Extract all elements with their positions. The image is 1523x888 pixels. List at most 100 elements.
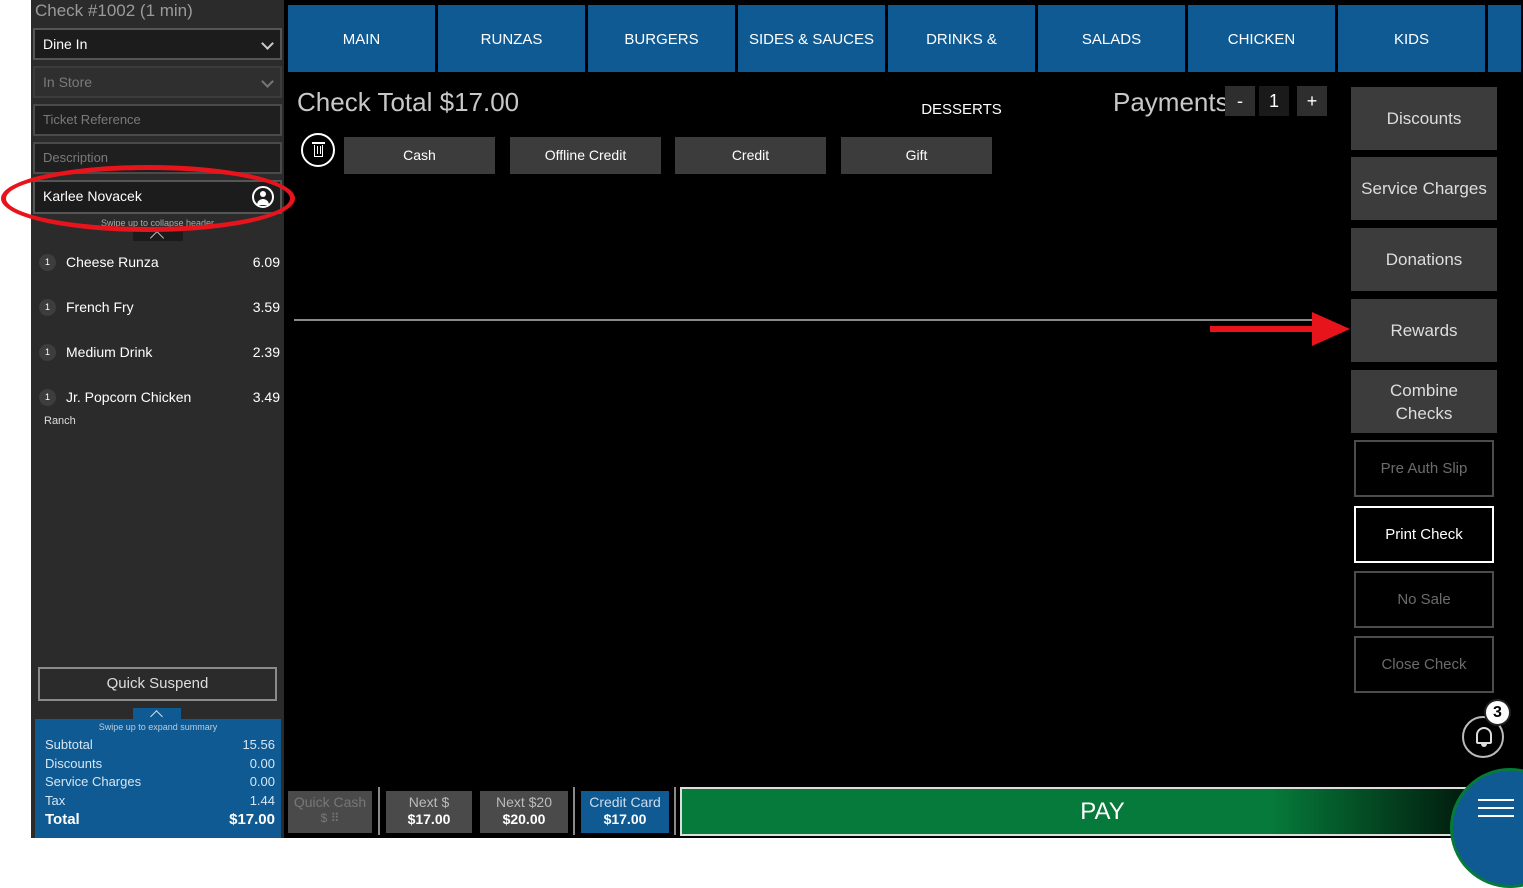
trash-body: [314, 145, 323, 157]
order-item[interactable]: 1 Cheese Runza 6.09: [37, 253, 282, 273]
tab-runzas[interactable]: RUNZAS: [438, 5, 585, 72]
ticket-reference-input[interactable]: Ticket Reference: [33, 104, 282, 136]
payments-label: Payments: [1113, 87, 1229, 117]
menu-corner[interactable]: [1450, 768, 1523, 888]
close-check-button[interactable]: Close Check: [1354, 636, 1494, 693]
bell-body: [1476, 727, 1492, 744]
item-price: 6.09: [252, 254, 280, 270]
print-check-button[interactable]: Print Check: [1354, 506, 1494, 563]
tax-label: Tax: [45, 793, 66, 808]
tab-drinks-desserts[interactable]: DRINKS & DESSERTS: [888, 5, 1035, 118]
quick-cash-sub: $ ⠿: [320, 811, 340, 825]
annotation-arrow-icon: [1312, 312, 1350, 346]
tax-value: 1.44: [249, 793, 275, 808]
quick-cash-label: Quick Cash: [293, 794, 367, 810]
next-dollar-label: Next $: [408, 794, 450, 810]
order-item[interactable]: 1 Jr. Popcorn Chicken 3.49: [37, 388, 282, 408]
item-price: 3.49: [252, 389, 280, 405]
item-name: Medium Drink: [66, 344, 153, 360]
tab-sides-sauces[interactable]: SIDES & SAUCES: [738, 5, 885, 72]
tab-burgers[interactable]: BURGERS: [588, 5, 735, 72]
total-label: Total: [45, 811, 80, 828]
service-charges-button[interactable]: Service Charges: [1351, 157, 1497, 220]
tab-overflow[interactable]: [1488, 5, 1521, 72]
payments-divider: [294, 319, 1316, 321]
item-name: Jr. Popcorn Chicken: [66, 389, 192, 405]
trash-icon[interactable]: [301, 133, 335, 167]
chevron-down-icon: [261, 37, 274, 50]
tab-main[interactable]: MAIN: [288, 5, 435, 72]
gift-button[interactable]: Gift: [841, 137, 992, 174]
subtotal-value: 15.56: [242, 737, 275, 752]
payments-count: 1: [1259, 86, 1289, 116]
discounts-row: Discounts 0.00: [45, 756, 275, 774]
item-qty: 1: [39, 389, 56, 406]
credit-card-label: Credit Card: [589, 794, 661, 810]
payments-decrement-button[interactable]: -: [1225, 86, 1255, 116]
separator: [573, 787, 575, 835]
notification-badge: 3: [1484, 699, 1511, 726]
offline-credit-button[interactable]: Offline Credit: [510, 137, 661, 174]
service-charges-label: Service Charges: [45, 774, 142, 789]
order-item[interactable]: 1 Medium Drink 2.39: [37, 343, 282, 363]
payments-increment-button[interactable]: +: [1297, 86, 1327, 116]
discounts-label: Discounts: [45, 756, 103, 771]
ticket-reference-placeholder: Ticket Reference: [43, 112, 141, 127]
no-sale-button[interactable]: No Sale: [1354, 571, 1494, 628]
item-name: French Fry: [66, 299, 134, 315]
pre-auth-slip-button[interactable]: Pre Auth Slip: [1354, 440, 1494, 497]
total-row: Total $17.00: [45, 811, 275, 829]
check-total-value: $17.00: [439, 87, 520, 117]
description-placeholder: Description: [43, 150, 109, 165]
tab-salads[interactable]: SALADS: [1038, 5, 1185, 72]
next-20-button[interactable]: Next $20 $20.00: [480, 791, 568, 833]
order-type-select[interactable]: Dine In: [33, 28, 282, 60]
chevron-down-icon: [261, 75, 274, 88]
cash-button[interactable]: Cash: [344, 137, 495, 174]
order-item[interactable]: 1 French Fry 3.59: [37, 298, 282, 318]
subtotal-row: Subtotal 15.56: [45, 737, 275, 755]
quick-cash-button[interactable]: Quick Cash $ ⠿: [288, 791, 372, 833]
next-dollar-button[interactable]: Next $ $17.00: [386, 791, 472, 833]
expand-summary-hint: Swipe up to expand summary: [98, 722, 218, 732]
separator: [674, 787, 676, 835]
credit-card-amount: $17.00: [603, 811, 647, 827]
pos-app: Check #1002 (1 min) Dine In In Store Tic…: [31, 0, 1523, 888]
tab-chicken[interactable]: CHICKEN: [1188, 5, 1335, 72]
pay-button[interactable]: PAY: [680, 787, 1523, 836]
bell-clapper: [1481, 744, 1487, 747]
check-title: Check #1002 (1 min): [35, 1, 193, 20]
donations-button[interactable]: Donations: [1351, 228, 1497, 291]
item-qty: 1: [39, 254, 56, 271]
item-price: 2.39: [252, 344, 280, 360]
subtotal-label: Subtotal: [45, 737, 93, 752]
collapse-header-handle[interactable]: [133, 230, 183, 246]
annotation-arrow-shaft: [1210, 326, 1320, 332]
discounts-button[interactable]: Discounts: [1351, 87, 1497, 150]
service-charges-value: 0.00: [249, 774, 275, 789]
item-qty: 1: [39, 344, 56, 361]
credit-card-button[interactable]: Credit Card $17.00: [581, 791, 669, 833]
order-panel: Check #1002 (1 min) Dine In In Store Tic…: [31, 0, 284, 838]
order-type-value: Dine In: [43, 36, 88, 52]
discounts-value: 0.00: [249, 756, 275, 771]
credit-button[interactable]: Credit: [675, 137, 826, 174]
order-summary: Swipe up to expand summary Subtotal 15.5…: [35, 719, 281, 838]
item-price: 3.59: [252, 299, 280, 315]
location-select[interactable]: In Store: [33, 66, 282, 98]
next-20-amount: $20.00: [502, 811, 546, 827]
check-total: Check Total $17.00: [297, 87, 519, 118]
next-dollar-amount: $17.00: [407, 811, 451, 827]
service-charges-row: Service Charges 0.00: [45, 774, 275, 792]
chevron-up-icon: [149, 230, 165, 246]
rewards-button[interactable]: Rewards: [1351, 299, 1497, 362]
tab-kids[interactable]: KIDS: [1338, 5, 1485, 72]
quick-suspend-button[interactable]: Quick Suspend: [38, 667, 277, 701]
annotation-ellipse-highlight: [1, 165, 295, 232]
hamburger-menu-icon[interactable]: [1478, 799, 1514, 819]
combine-checks-button[interactable]: Combine Checks: [1351, 370, 1497, 433]
item-qty: 1: [39, 299, 56, 316]
next-20-label: Next $20: [495, 794, 553, 810]
total-value: $17.00: [229, 811, 275, 828]
check-total-label: Check Total: [297, 87, 433, 117]
